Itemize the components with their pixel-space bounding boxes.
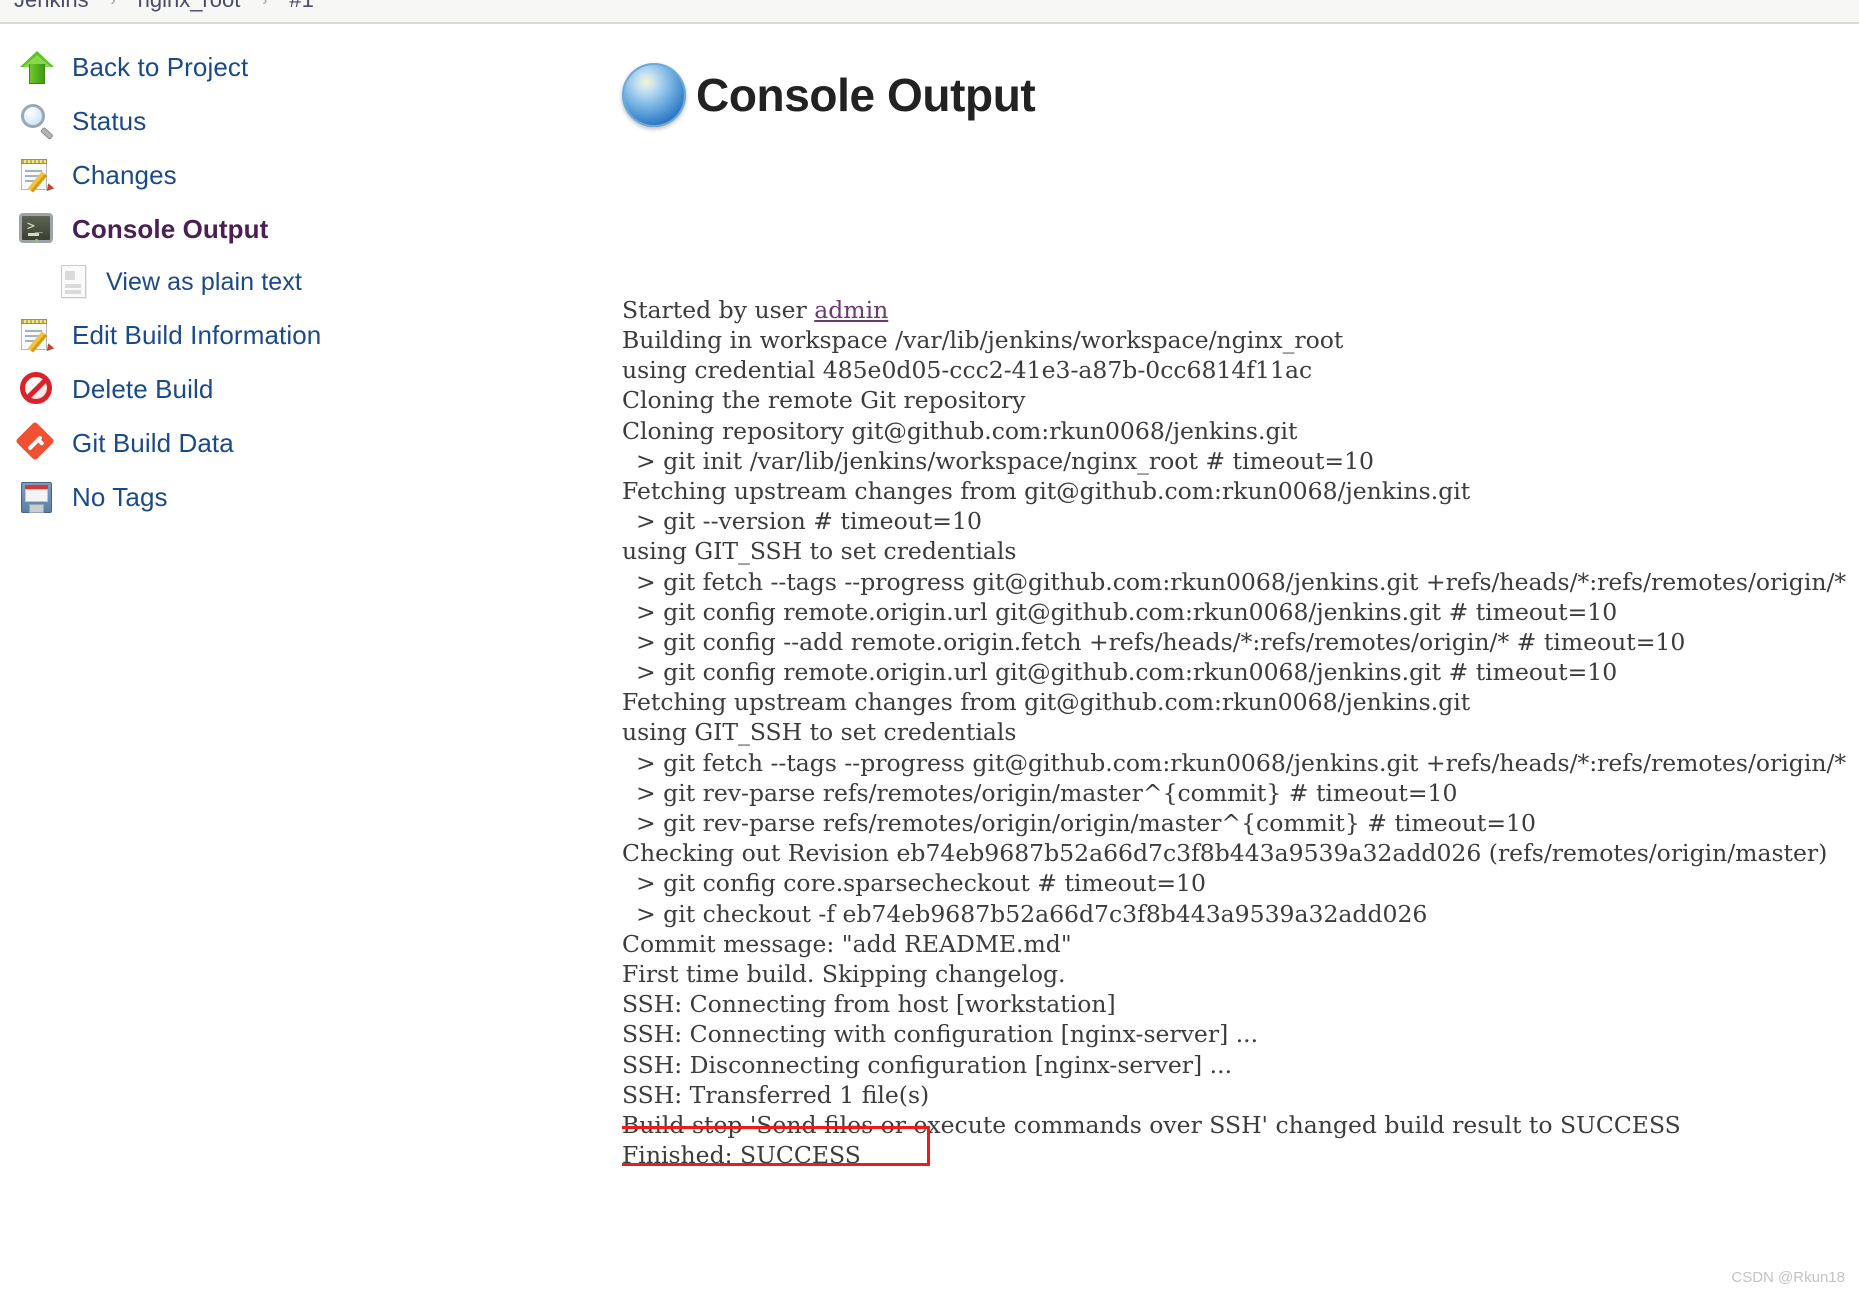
- console-log-line: > git rev-parse refs/remotes/origin/orig…: [636, 809, 1536, 837]
- console-log-line: > git rev-parse refs/remotes/origin/mast…: [636, 778, 1458, 807]
- sidebar-item-no-tags[interactable]: No Tags: [0, 470, 600, 524]
- document-icon: [56, 263, 90, 301]
- console-log-output: Started by user admin Building in workspa…: [622, 174, 1859, 1170]
- console-log-line: Fetching upstream changes from git@githu…: [622, 476, 1471, 505]
- console-log-line: > git config core.sparsecheckout # timeo…: [636, 869, 1206, 898]
- sidebar-item-label: Edit Build Information: [72, 319, 322, 350]
- breadcrumb-item-jenkins[interactable]: Jenkins: [14, 0, 89, 13]
- console-log-line: Checking out Revision eb74eb9687b52a66d7…: [622, 839, 1828, 868]
- console-log-line: SSH: Transferred 1 file(s): [622, 1080, 930, 1109]
- page-title: Console Output: [696, 69, 1036, 121]
- console-log-line: SSH: Connecting with configuration [ngin…: [622, 1020, 1259, 1049]
- sidebar-item-label: Delete Build: [72, 373, 214, 404]
- console-log-line: SSH: Disconnecting configuration [nginx-…: [622, 1050, 1233, 1079]
- sidebar-item-label: Git Build Data: [72, 427, 234, 458]
- sidebar-item-label: No Tags: [72, 481, 168, 512]
- user-link[interactable]: admin: [814, 296, 888, 324]
- console-log-line: > git config remote.origin.url git@githu…: [636, 658, 1618, 687]
- console-log-line: Commit message: "add README.md": [622, 929, 1072, 958]
- floppy-save-icon: [18, 478, 56, 516]
- sidebar-item-delete-build[interactable]: Delete Build: [0, 362, 600, 416]
- breadcrumb: Jenkins › nginx_root › #1: [0, 0, 1859, 24]
- sidebar-item-label: View as plain text: [106, 267, 302, 296]
- sidebar-item-label: Status: [72, 105, 147, 136]
- sidebar-item-edit-build-information[interactable]: Edit Build Information: [0, 308, 600, 362]
- jenkins-build-console-page: Jenkins › nginx_root › #1 Back to Projec…: [0, 0, 1859, 1294]
- console-log-line: > git fetch --tags --progress git@github…: [636, 748, 1847, 777]
- blue-sphere-icon: [622, 63, 686, 127]
- sidebar-item-view-as-plain-text[interactable]: View as plain text: [0, 256, 600, 308]
- console-header: Console Output: [622, 60, 1859, 130]
- sidebar-item-label: Back to Project: [72, 51, 249, 82]
- console-log-line: Building in workspace /var/lib/jenkins/w…: [622, 326, 1344, 354]
- notepad-pencil-icon: [18, 316, 56, 354]
- breadcrumb-item-build[interactable]: #1: [289, 0, 313, 13]
- magnifier-icon: [18, 102, 56, 140]
- console-log-line: using credential 485e0d05-ccc2-41e3-a87b…: [622, 356, 1313, 385]
- sidebar-item-changes[interactable]: Changes: [0, 148, 600, 202]
- console-log-line: Cloning the remote Git repository: [622, 386, 1026, 415]
- sidebar-item-back-to-project[interactable]: Back to Project: [0, 40, 600, 94]
- sidebar-item-status[interactable]: Status: [0, 94, 600, 148]
- console-log-line: > git --version # timeout=10: [636, 507, 982, 536]
- console-log-line: > git init /var/lib/jenkins/workspace/ng…: [636, 446, 1375, 475]
- breadcrumb-separator: ›: [110, 0, 116, 9]
- breadcrumb-item-project[interactable]: nginx_root: [138, 0, 241, 13]
- console-log-line: First time build. Skipping changelog.: [622, 959, 1066, 988]
- sidebar-item-label: Changes: [72, 159, 177, 190]
- console-log-line: SSH: Connecting from host [workstation]: [622, 990, 1116, 1019]
- console-log-line: Started by user admin: [622, 295, 889, 324]
- console-log-line: Cloning repository git@github.com:rkun00…: [622, 416, 1298, 445]
- terminal-icon: >_: [18, 210, 56, 248]
- console-log-line: > git config remote.origin.url git@githu…: [636, 597, 1618, 626]
- watermark: CSDN @Rkun18: [1731, 1269, 1845, 1286]
- console-log-line: > git checkout -f eb74eb9687b52a66d7c3f8…: [636, 899, 1428, 928]
- console-log-line: Finished: SUCCESS: [622, 1141, 861, 1170]
- build-sidebar: Back to Project Status Changes >_ Consol…: [0, 40, 600, 524]
- sidebar-item-git-build-data[interactable]: Git Build Data: [0, 416, 600, 470]
- sidebar-item-label: Console Output: [72, 213, 269, 244]
- console-log-line: > git fetch --tags --progress git@github…: [636, 567, 1847, 596]
- sidebar-item-console-output[interactable]: >_ Console Output: [0, 202, 600, 256]
- console-log-line: using GIT_SSH to set credentials: [622, 718, 1017, 747]
- console-log-line: > git config --add remote.origin.fetch +…: [636, 627, 1686, 656]
- git-diamond-icon: [15, 421, 56, 462]
- breadcrumb-separator: ›: [262, 0, 268, 9]
- console-log-line: Build step 'Send files or execute comman…: [622, 1110, 1681, 1139]
- notepad-pencil-icon: [18, 156, 56, 194]
- console-log-line: Fetching upstream changes from git@githu…: [622, 688, 1471, 717]
- no-entry-icon: [18, 370, 56, 408]
- console-log-line: using GIT_SSH to set credentials: [622, 537, 1017, 566]
- console-panel: Console Output Started by user admin Buil…: [622, 60, 1859, 1170]
- green-up-arrow-icon: [18, 48, 56, 86]
